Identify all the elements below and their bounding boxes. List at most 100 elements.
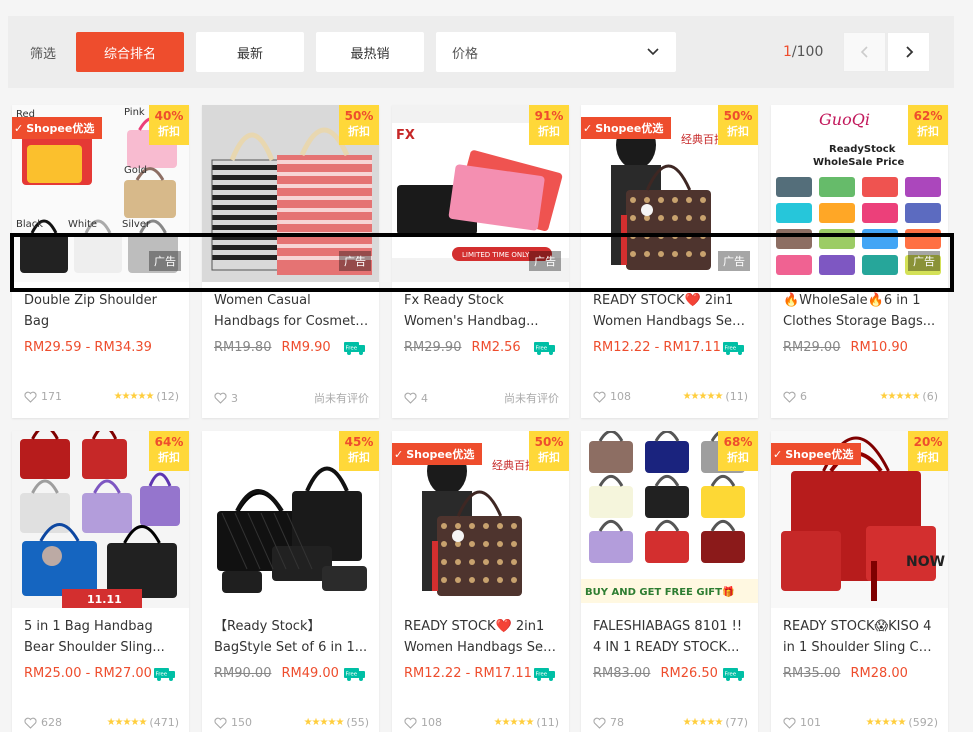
- image-text: FX: [396, 128, 415, 143]
- product-meta: 108 ★★★★★ (11): [404, 716, 559, 729]
- like-button[interactable]: 4: [404, 392, 428, 405]
- like-button[interactable]: 78: [593, 716, 624, 729]
- product-price: RM25.00 - RM27.00: [24, 666, 152, 681]
- product-price: RM29.00 RM10.90: [783, 340, 908, 355]
- discount-label: 折扣: [917, 125, 939, 138]
- like-count: 6: [800, 390, 807, 403]
- mall-badge-label: Shopee优选: [406, 448, 475, 461]
- discount-percent: 50%: [723, 109, 753, 123]
- discount-badge: 64% 折扣: [149, 431, 189, 471]
- product-meta: 108 ★★★★★ (11): [593, 390, 748, 403]
- sort-latest-button[interactable]: 最新: [196, 32, 304, 72]
- product-title[interactable]: 【Ready Stock】 BagStyle Set of 6 in 1...: [214, 616, 369, 658]
- discount-badge: 45% 折扣: [339, 431, 379, 471]
- product-title[interactable]: 🔥WholeSale🔥6 in 1 Clothes Storage Bags..…: [783, 290, 938, 332]
- check-icon: ✓: [773, 448, 783, 461]
- rating: ★★★★★ (6): [880, 390, 938, 403]
- product-card[interactable]: 11.11 64% 折扣 5 in 1 Bag Handbag Bear Sho…: [12, 431, 189, 732]
- next-page-button[interactable]: [887, 32, 930, 72]
- like-button[interactable]: 628: [24, 716, 62, 729]
- like-count: 101: [800, 716, 821, 729]
- like-count: 4: [421, 391, 428, 405]
- like-button[interactable]: 150: [214, 716, 252, 729]
- no-rating-text: 尚未有评价: [314, 392, 369, 405]
- prev-page-button[interactable]: [843, 32, 886, 72]
- discount-percent: 50%: [344, 109, 374, 123]
- free-shipping-label: Free: [536, 346, 548, 352]
- sort-bar: 筛选 综合排名 最新 最热销 价格 1/100: [8, 16, 954, 88]
- product-price: RM83.00 RM26.50: [593, 666, 718, 681]
- product-image[interactable]: 经典百搭 ✓ Shopee优选 50% 折扣: [392, 431, 569, 608]
- discount-label: 折扣: [348, 451, 370, 464]
- current-price: RM12.22 - RM17.11: [593, 340, 721, 355]
- original-price: RM29.90: [404, 340, 462, 355]
- product-title[interactable]: Fx Ready Stock Women's Handbag...: [404, 290, 559, 332]
- mall-badge-label: Shopee优选: [26, 122, 95, 135]
- rating: ★★★★★ (592): [866, 716, 938, 729]
- discount-label: 折扣: [917, 451, 939, 464]
- image-text: NOW: [906, 554, 945, 570]
- current-price: RM49.00: [281, 666, 339, 681]
- chevron-down-icon: [647, 48, 659, 56]
- heart-icon: [783, 391, 796, 403]
- free-shipping-icon: Free: [723, 342, 744, 355]
- sort-relevance-button[interactable]: 综合排名: [76, 32, 184, 72]
- product-title-line2: Bag: [24, 314, 50, 329]
- page-current: 1: [783, 44, 792, 60]
- free-shipping-icon: Free: [344, 342, 365, 355]
- product-image[interactable]: 11.11 64% 折扣: [12, 431, 189, 608]
- product-card[interactable]: NOW ✓ Shopee优选 20% 折扣 READY STOCK😱KISO 4 …: [771, 431, 948, 732]
- product-title[interactable]: READY STOCK❤️ 2in1 Women Handbags Set...: [593, 290, 748, 332]
- product-title-line1: 5 in 1 Bag Handbag: [24, 619, 153, 634]
- product-card[interactable]: BUY AND GET FREE GIFT🎁 68% 折扣 FALESHIABA…: [581, 431, 758, 732]
- image-text: 11.11: [87, 593, 122, 606]
- discount-percent: 68%: [723, 435, 753, 449]
- product-title[interactable]: Women Casual Handbags for Cosmeti...: [214, 290, 369, 332]
- product-title[interactable]: Double Zip Shoulder Bag: [24, 290, 179, 332]
- product-image[interactable]: 45% 折扣: [202, 431, 379, 608]
- product-title-line1: READY STOCK❤️ 2in1: [404, 619, 545, 634]
- rating-count: (6): [922, 390, 938, 403]
- like-button[interactable]: 6: [783, 390, 807, 403]
- product-meta: 3 尚未有评价: [214, 390, 369, 406]
- sort-label: 筛选: [30, 47, 57, 62]
- free-shipping-label: Free: [346, 672, 358, 678]
- like-button[interactable]: 101: [783, 716, 821, 729]
- product-image[interactable]: NOW ✓ Shopee优选 20% 折扣: [771, 431, 948, 608]
- product-title[interactable]: READY STOCK😱KISO 4 in 1 Shoulder Sling C…: [783, 616, 938, 658]
- product-title-line1: READY STOCK😱KISO 4: [783, 619, 932, 634]
- sort-top-sales-button[interactable]: 最热销: [316, 32, 424, 72]
- like-count: 108: [421, 716, 442, 729]
- product-price: RM35.00 RM28.00: [783, 666, 908, 681]
- discount-label: 折扣: [538, 125, 560, 138]
- discount-label: 折扣: [348, 125, 370, 138]
- product-title-line1: READY STOCK❤️ 2in1: [593, 293, 734, 308]
- rating-count: (11): [536, 716, 559, 729]
- discount-label: 折扣: [158, 125, 180, 138]
- product-image[interactable]: BUY AND GET FREE GIFT🎁 68% 折扣: [581, 431, 758, 608]
- original-price: RM29.00: [783, 340, 841, 355]
- product-title[interactable]: READY STOCK❤️ 2in1 Women Handbags Set...: [404, 616, 559, 658]
- like-button[interactable]: 3: [214, 392, 238, 405]
- like-count: 3: [231, 391, 238, 405]
- product-title-line2: BagStyle Set of 6 in 1...: [214, 640, 368, 655]
- current-price: RM12.22 - RM17.11: [404, 666, 532, 681]
- check-icon: ✓: [583, 122, 593, 135]
- product-title[interactable]: FALESHIABAGS 8101 !! 4 IN 1 READY STOCK.…: [593, 616, 748, 658]
- discount-label: 折扣: [158, 451, 180, 464]
- like-button[interactable]: 171: [24, 390, 62, 403]
- discount-badge: 50% 折扣: [339, 105, 379, 145]
- current-price: RM2.56: [471, 340, 521, 355]
- mall-badge: ✓ Shopee优选: [771, 443, 862, 465]
- product-price: RM12.22 - RM17.11: [593, 340, 721, 355]
- chevron-right-icon: [905, 46, 913, 58]
- like-button[interactable]: 108: [404, 716, 442, 729]
- price-sort-select[interactable]: 价格: [436, 32, 676, 72]
- product-title[interactable]: 5 in 1 Bag Handbag Bear Shoulder Sling..…: [24, 616, 179, 658]
- page-total: /100: [791, 44, 824, 60]
- product-card[interactable]: 经典百搭 ✓ Shopee优选 50% 折扣 READY STOCK❤️ 2in1…: [392, 431, 569, 732]
- product-card[interactable]: 45% 折扣 【Ready Stock】 BagStyle Set of 6 i…: [202, 431, 379, 732]
- discount-badge: 20% 折扣: [908, 431, 948, 471]
- like-button[interactable]: 108: [593, 390, 631, 403]
- current-price: RM9.90: [281, 340, 331, 355]
